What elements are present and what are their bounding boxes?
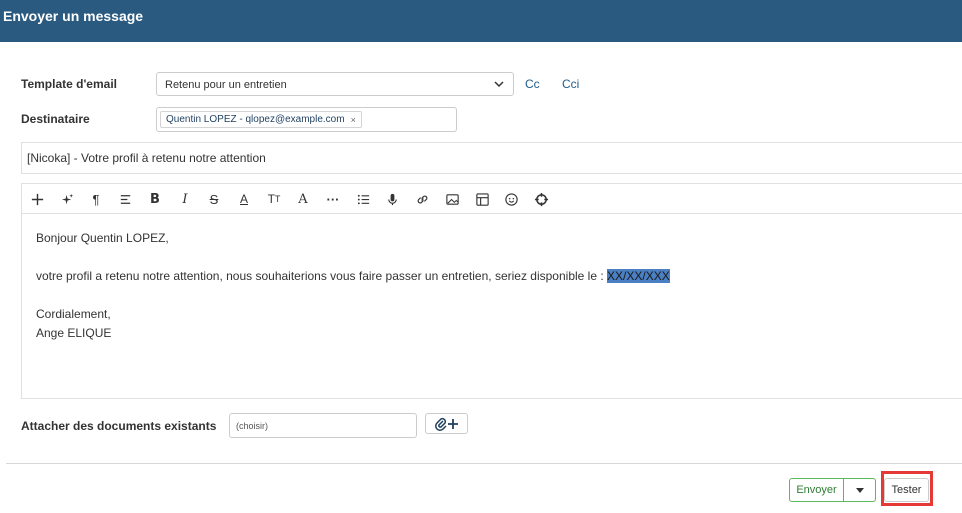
recipient-input[interactable]: Quentin LOPEZ - qlopez@example.com ×	[156, 107, 457, 132]
subject-value: [Nicoka] - Votre profil à retenu notre a…	[27, 151, 266, 165]
text-size-icon[interactable]: TT	[265, 190, 283, 208]
plus-icon	[447, 418, 458, 429]
document-chooser[interactable]: (choisir)	[229, 413, 417, 438]
send-button[interactable]: Envoyer	[789, 478, 844, 502]
message-editor[interactable]: ¶ B I S A TT A ··· Bonjour Quentin LOPEZ…	[21, 183, 962, 399]
body-text: votre profil a retenu notre attention, n…	[36, 269, 608, 283]
add-attachment-button[interactable]	[425, 413, 468, 434]
template-select-value: Retenu pour un entretien	[165, 79, 287, 91]
image-icon[interactable]	[443, 190, 461, 208]
target-icon[interactable]	[532, 190, 550, 208]
template-label: Template d'email	[21, 77, 117, 91]
footer-divider	[6, 463, 962, 464]
microphone-icon[interactable]	[383, 190, 401, 208]
editor-toolbar: ¶ B I S A TT A ···	[22, 184, 962, 214]
closing-line: Cordialement,	[36, 307, 111, 321]
cc-link[interactable]: Cc	[525, 77, 540, 91]
more-icon[interactable]: ···	[324, 190, 342, 208]
font-icon[interactable]: A	[294, 190, 312, 208]
paperclip-icon	[434, 417, 447, 431]
plus-icon[interactable]	[28, 190, 46, 208]
signature-line: Ange ELIQUE	[36, 326, 112, 340]
document-chooser-placeholder: (choisir)	[236, 421, 269, 431]
dialog-title: Envoyer un message	[3, 8, 144, 24]
attach-label: Attacher des documents existants	[21, 419, 217, 433]
recipient-tag: Quentin LOPEZ - qlopez@example.com ×	[160, 111, 362, 128]
strikethrough-icon[interactable]: S	[205, 190, 223, 208]
bold-icon[interactable]: B	[146, 190, 164, 208]
body-line: votre profil a retenu notre attention, n…	[36, 267, 670, 286]
text-color-icon[interactable]: A	[235, 190, 253, 208]
editor-content[interactable]: Bonjour Quentin LOPEZ, votre profil a re…	[36, 229, 670, 343]
caret-down-icon	[855, 487, 864, 493]
test-button[interactable]: Tester	[884, 478, 929, 502]
send-options-button[interactable]	[843, 478, 876, 502]
paragraph-icon[interactable]: ¶	[87, 190, 105, 208]
chevron-down-icon	[494, 81, 504, 88]
recipient-tag-label: Quentin LOPEZ - qlopez@example.com	[166, 114, 345, 125]
greeting-line: Bonjour Quentin LOPEZ,	[36, 231, 169, 245]
list-icon[interactable]	[354, 190, 372, 208]
table-icon[interactable]	[473, 190, 491, 208]
italic-icon[interactable]: I	[176, 190, 194, 208]
align-icon[interactable]	[116, 190, 134, 208]
remove-recipient-icon[interactable]: ×	[351, 115, 356, 125]
template-select[interactable]: Retenu pour un entretien	[156, 72, 514, 96]
date-placeholder-highlight: XX/XX/XXX	[607, 269, 670, 283]
emoji-icon[interactable]	[502, 190, 520, 208]
cci-link[interactable]: Cci	[562, 77, 579, 91]
link-icon[interactable]	[413, 190, 431, 208]
recipient-label: Destinataire	[21, 112, 90, 126]
dialog-header: Envoyer un message	[0, 0, 962, 42]
subject-input[interactable]: [Nicoka] - Votre profil à retenu notre a…	[21, 142, 962, 174]
magic-icon[interactable]	[58, 190, 76, 208]
